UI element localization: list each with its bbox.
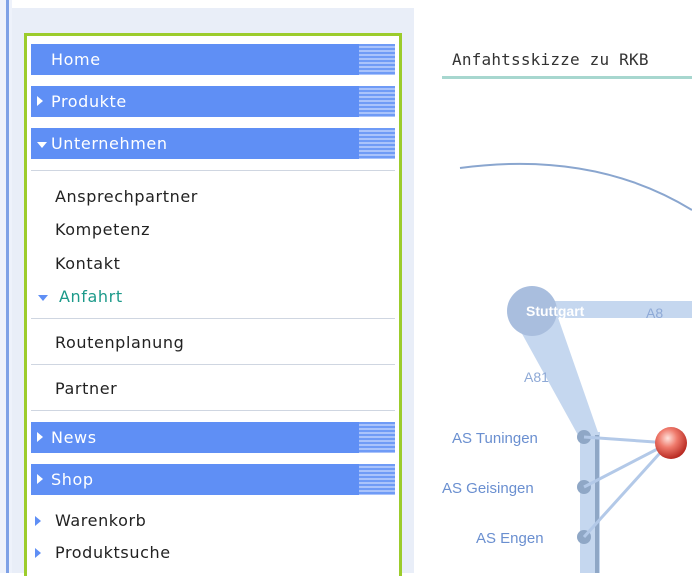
bullet-arrow-icon bbox=[35, 548, 41, 558]
menu-item-home[interactable]: Home bbox=[31, 44, 395, 75]
collapse-arrow-icon bbox=[37, 142, 47, 148]
menu-item-shop-label: Shop bbox=[51, 470, 94, 489]
map-label-geisingen: AS Geisingen bbox=[442, 480, 534, 497]
menu-item-partner-label: Partner bbox=[55, 379, 118, 398]
menu-item-kompetenz[interactable]: Kompetenz bbox=[31, 215, 395, 245]
left-decor-line bbox=[6, 0, 9, 573]
active-arrow-icon bbox=[38, 295, 48, 301]
menu-item-anfahrt-label: Anfahrt bbox=[59, 287, 123, 306]
menu-item-news[interactable]: News bbox=[31, 422, 395, 453]
menu-item-unternehmen-label: Unternehmen bbox=[51, 134, 168, 153]
menu-item-anfahrt[interactable]: Anfahrt bbox=[31, 282, 395, 312]
map-label-stuttgart: Stuttgart bbox=[526, 303, 585, 319]
bullet-arrow-icon bbox=[35, 516, 41, 526]
menu-item-shop[interactable]: Shop bbox=[31, 464, 395, 495]
expand-arrow-icon bbox=[37, 96, 43, 106]
menu-item-partner[interactable]: Partner bbox=[31, 374, 395, 404]
menu-bar-hatch bbox=[359, 464, 395, 495]
map-label-a8: A8 bbox=[646, 305, 663, 321]
menu-item-routenplanung[interactable]: Routenplanung bbox=[31, 328, 395, 358]
menu-item-warenkorb-label: Warenkorb bbox=[55, 511, 147, 530]
map-label-a81: A81 bbox=[524, 369, 549, 385]
map-label-engen: AS Engen bbox=[476, 530, 544, 547]
menu-item-ansprechpartner-label: Ansprechpartner bbox=[55, 187, 198, 206]
menu-bar-hatch bbox=[359, 44, 395, 75]
destination-marker-icon bbox=[655, 427, 687, 459]
menu-separator bbox=[31, 364, 395, 365]
menu-item-kompetenz-label: Kompetenz bbox=[55, 220, 151, 239]
expand-arrow-icon bbox=[37, 474, 43, 484]
sidebar-menu: Home Produkte Unternehmen Ansprechpartne… bbox=[24, 33, 402, 576]
menu-separator bbox=[31, 410, 395, 411]
menu-item-produkte-label: Produkte bbox=[51, 92, 127, 111]
menu-item-warenkorb[interactable]: Warenkorb bbox=[31, 506, 395, 536]
menu-separator bbox=[31, 318, 395, 319]
menu-item-kontakt[interactable]: Kontakt bbox=[31, 249, 395, 279]
menu-item-home-label: Home bbox=[51, 50, 101, 69]
map-arc-road bbox=[459, 162, 692, 211]
menu-bar-hatch bbox=[359, 128, 395, 159]
menu-separator bbox=[31, 170, 395, 171]
map-label-tuningen: AS Tuningen bbox=[452, 430, 538, 447]
page-title: Anfahtsskizze zu RKB bbox=[442, 44, 692, 79]
menu-item-news-label: News bbox=[51, 428, 97, 447]
menu-item-routenplanung-label: Routenplanung bbox=[55, 333, 185, 352]
menu-bar-hatch bbox=[359, 86, 395, 117]
menu-bar-hatch bbox=[359, 422, 395, 453]
map-road-edge bbox=[595, 435, 599, 573]
menu-item-ansprechpartner[interactable]: Ansprechpartner bbox=[31, 182, 395, 212]
menu-item-produktsuche-label: Produktsuche bbox=[55, 543, 171, 562]
directions-map: Stuttgart A8 A81 AS Tuningen AS Geisinge… bbox=[442, 162, 692, 573]
menu-item-unternehmen[interactable]: Unternehmen bbox=[31, 128, 395, 159]
menu-item-produkte[interactable]: Produkte bbox=[31, 86, 395, 117]
menu-item-kontakt-label: Kontakt bbox=[55, 254, 121, 273]
menu-item-produktsuche[interactable]: Produktsuche bbox=[31, 538, 395, 568]
left-decor-strip bbox=[0, 0, 12, 573]
expand-arrow-icon bbox=[37, 432, 43, 442]
